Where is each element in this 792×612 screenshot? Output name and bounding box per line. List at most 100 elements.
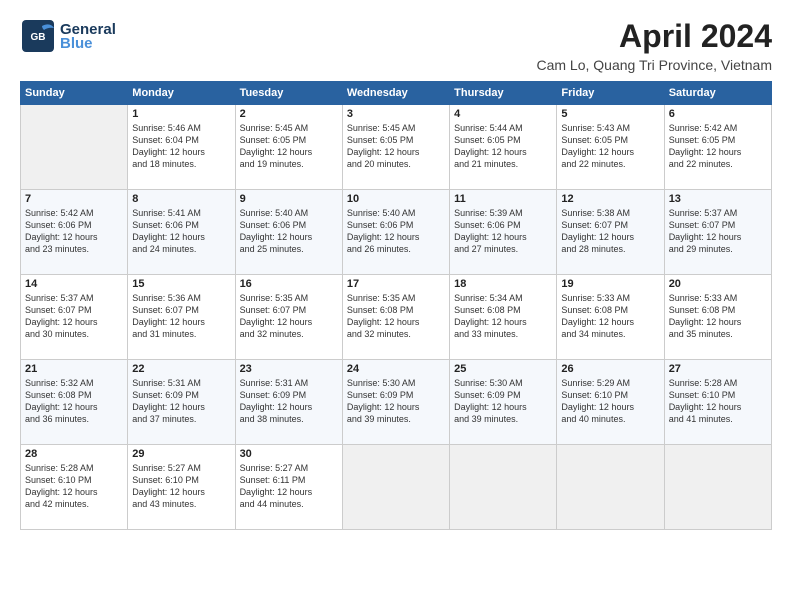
weekday-header-friday: Friday — [557, 82, 664, 105]
calendar-cell: 1 Sunrise: 5:46 AM Sunset: 6:04 PM Daylig… — [128, 105, 235, 190]
cell-content: Sunrise: 5:27 AM Sunset: 6:11 PM Dayligh… — [240, 462, 338, 511]
weekday-header-saturday: Saturday — [664, 82, 771, 105]
calendar-cell: 6 Sunrise: 5:42 AM Sunset: 6:05 PM Daylig… — [664, 105, 771, 190]
calendar-cell: 27 Sunrise: 5:28 AM Sunset: 6:10 PM Dayli… — [664, 360, 771, 445]
page-container: GB General Blue April 2024 Cam Lo, Quang… — [0, 0, 792, 540]
cell-content: Sunrise: 5:39 AM Sunset: 6:06 PM Dayligh… — [454, 207, 552, 256]
cell-content: Sunrise: 5:34 AM Sunset: 6:08 PM Dayligh… — [454, 292, 552, 341]
cell-content: Sunrise: 5:41 AM Sunset: 6:06 PM Dayligh… — [132, 207, 230, 256]
day-number: 19 — [561, 278, 659, 290]
cell-content: Sunrise: 5:33 AM Sunset: 6:08 PM Dayligh… — [669, 292, 767, 341]
calendar-cell: 5 Sunrise: 5:43 AM Sunset: 6:05 PM Daylig… — [557, 105, 664, 190]
cell-content: Sunrise: 5:35 AM Sunset: 6:08 PM Dayligh… — [347, 292, 445, 341]
day-number: 28 — [25, 448, 123, 460]
cell-content: Sunrise: 5:40 AM Sunset: 6:06 PM Dayligh… — [347, 207, 445, 256]
cell-content: Sunrise: 5:30 AM Sunset: 6:09 PM Dayligh… — [347, 377, 445, 426]
cell-content: Sunrise: 5:32 AM Sunset: 6:08 PM Dayligh… — [25, 377, 123, 426]
calendar-cell: 17 Sunrise: 5:35 AM Sunset: 6:08 PM Dayli… — [342, 275, 449, 360]
day-number: 14 — [25, 278, 123, 290]
calendar-cell: 4 Sunrise: 5:44 AM Sunset: 6:05 PM Daylig… — [450, 105, 557, 190]
cell-content: Sunrise: 5:40 AM Sunset: 6:06 PM Dayligh… — [240, 207, 338, 256]
day-number: 8 — [132, 193, 230, 205]
cell-content: Sunrise: 5:33 AM Sunset: 6:08 PM Dayligh… — [561, 292, 659, 341]
calendar-cell: 24Sunrise: 5:30 AM Sunset: 6:09 PM Dayli… — [342, 360, 449, 445]
calendar-cell: 28 Sunrise: 5:28 AM Sunset: 6:10 PM Dayli… — [21, 445, 128, 530]
day-number: 9 — [240, 193, 338, 205]
day-number: 12 — [561, 193, 659, 205]
calendar-cell: 21Sunrise: 5:32 AM Sunset: 6:08 PM Dayli… — [21, 360, 128, 445]
cell-content: Sunrise: 5:45 AM Sunset: 6:05 PM Dayligh… — [240, 122, 338, 171]
week-row-2: 7Sunrise: 5:42 AM Sunset: 6:06 PM Daylig… — [21, 190, 772, 275]
calendar-cell: 10 Sunrise: 5:40 AM Sunset: 6:06 PM Dayli… — [342, 190, 449, 275]
cell-content: Sunrise: 5:27 AM Sunset: 6:10 PM Dayligh… — [132, 462, 230, 511]
week-row-5: 28 Sunrise: 5:28 AM Sunset: 6:10 PM Dayli… — [21, 445, 772, 530]
calendar-cell: 25Sunrise: 5:30 AM Sunset: 6:09 PM Dayli… — [450, 360, 557, 445]
cell-content: Sunrise: 5:37 AM Sunset: 6:07 PM Dayligh… — [669, 207, 767, 256]
weekday-header-tuesday: Tuesday — [235, 82, 342, 105]
cell-content: Sunrise: 5:37 AM Sunset: 6:07 PM Dayligh… — [25, 292, 123, 341]
calendar-cell: 23 Sunrise: 5:31 AM Sunset: 6:09 PM Dayli… — [235, 360, 342, 445]
day-number: 25 — [454, 363, 552, 375]
week-row-4: 21Sunrise: 5:32 AM Sunset: 6:08 PM Dayli… — [21, 360, 772, 445]
calendar-cell: 30 Sunrise: 5:27 AM Sunset: 6:11 PM Dayli… — [235, 445, 342, 530]
calendar-cell — [557, 445, 664, 530]
calendar-cell: 2Sunrise: 5:45 AM Sunset: 6:05 PM Daylig… — [235, 105, 342, 190]
cell-content: Sunrise: 5:28 AM Sunset: 6:10 PM Dayligh… — [25, 462, 123, 511]
day-number: 26 — [561, 363, 659, 375]
title-block: April 2024 Cam Lo, Quang Tri Province, V… — [536, 18, 772, 73]
cell-content: Sunrise: 5:29 AM Sunset: 6:10 PM Dayligh… — [561, 377, 659, 426]
cell-content: Sunrise: 5:44 AM Sunset: 6:05 PM Dayligh… — [454, 122, 552, 171]
weekday-header-row: SundayMondayTuesdayWednesdayThursdayFrid… — [21, 82, 772, 105]
calendar-cell: 7Sunrise: 5:42 AM Sunset: 6:06 PM Daylig… — [21, 190, 128, 275]
day-number: 15 — [132, 278, 230, 290]
day-number: 20 — [669, 278, 767, 290]
calendar-cell: 11 Sunrise: 5:39 AM Sunset: 6:06 PM Dayli… — [450, 190, 557, 275]
week-row-3: 14 Sunrise: 5:37 AM Sunset: 6:07 PM Dayli… — [21, 275, 772, 360]
calendar-cell: 22Sunrise: 5:31 AM Sunset: 6:09 PM Dayli… — [128, 360, 235, 445]
weekday-header-thursday: Thursday — [450, 82, 557, 105]
cell-content: Sunrise: 5:28 AM Sunset: 6:10 PM Dayligh… — [669, 377, 767, 426]
weekday-header-sunday: Sunday — [21, 82, 128, 105]
day-number: 16 — [240, 278, 338, 290]
calendar-cell — [21, 105, 128, 190]
day-number: 29 — [132, 448, 230, 460]
day-number: 27 — [669, 363, 767, 375]
day-number: 30 — [240, 448, 338, 460]
day-number: 5 — [561, 108, 659, 120]
day-number: 1 — [132, 108, 230, 120]
calendar-cell: 8 Sunrise: 5:41 AM Sunset: 6:06 PM Daylig… — [128, 190, 235, 275]
calendar-table: SundayMondayTuesdayWednesdayThursdayFrid… — [20, 81, 772, 530]
subtitle: Cam Lo, Quang Tri Province, Vietnam — [536, 57, 772, 73]
calendar-cell: 20 Sunrise: 5:33 AM Sunset: 6:08 PM Dayli… — [664, 275, 771, 360]
calendar-cell: 26 Sunrise: 5:29 AM Sunset: 6:10 PM Dayli… — [557, 360, 664, 445]
day-number: 23 — [240, 363, 338, 375]
week-row-1: 1 Sunrise: 5:46 AM Sunset: 6:04 PM Daylig… — [21, 105, 772, 190]
cell-content: Sunrise: 5:42 AM Sunset: 6:05 PM Dayligh… — [669, 122, 767, 171]
day-number: 4 — [454, 108, 552, 120]
day-number: 11 — [454, 193, 552, 205]
cell-content: Sunrise: 5:31 AM Sunset: 6:09 PM Dayligh… — [240, 377, 338, 426]
day-number: 6 — [669, 108, 767, 120]
calendar-cell: 9 Sunrise: 5:40 AM Sunset: 6:06 PM Daylig… — [235, 190, 342, 275]
day-number: 7 — [25, 193, 123, 205]
day-number: 17 — [347, 278, 445, 290]
calendar-cell: 12 Sunrise: 5:38 AM Sunset: 6:07 PM Dayli… — [557, 190, 664, 275]
calendar-cell: 13Sunrise: 5:37 AM Sunset: 6:07 PM Dayli… — [664, 190, 771, 275]
calendar-cell: 19 Sunrise: 5:33 AM Sunset: 6:08 PM Dayli… — [557, 275, 664, 360]
cell-content: Sunrise: 5:38 AM Sunset: 6:07 PM Dayligh… — [561, 207, 659, 256]
cell-content: Sunrise: 5:46 AM Sunset: 6:04 PM Dayligh… — [132, 122, 230, 171]
calendar-cell: 3Sunrise: 5:45 AM Sunset: 6:05 PM Daylig… — [342, 105, 449, 190]
weekday-header-wednesday: Wednesday — [342, 82, 449, 105]
main-title: April 2024 — [536, 18, 772, 55]
calendar-cell — [450, 445, 557, 530]
day-number: 22 — [132, 363, 230, 375]
calendar-cell: 16 Sunrise: 5:35 AM Sunset: 6:07 PM Dayli… — [235, 275, 342, 360]
cell-content: Sunrise: 5:35 AM Sunset: 6:07 PM Dayligh… — [240, 292, 338, 341]
cell-content: Sunrise: 5:43 AM Sunset: 6:05 PM Dayligh… — [561, 122, 659, 171]
calendar-cell — [664, 445, 771, 530]
calendar-cell: 18Sunrise: 5:34 AM Sunset: 6:08 PM Dayli… — [450, 275, 557, 360]
day-number: 10 — [347, 193, 445, 205]
svg-text:GB: GB — [31, 32, 46, 43]
logo: GB General Blue — [20, 18, 116, 54]
cell-content: Sunrise: 5:36 AM Sunset: 6:07 PM Dayligh… — [132, 292, 230, 341]
